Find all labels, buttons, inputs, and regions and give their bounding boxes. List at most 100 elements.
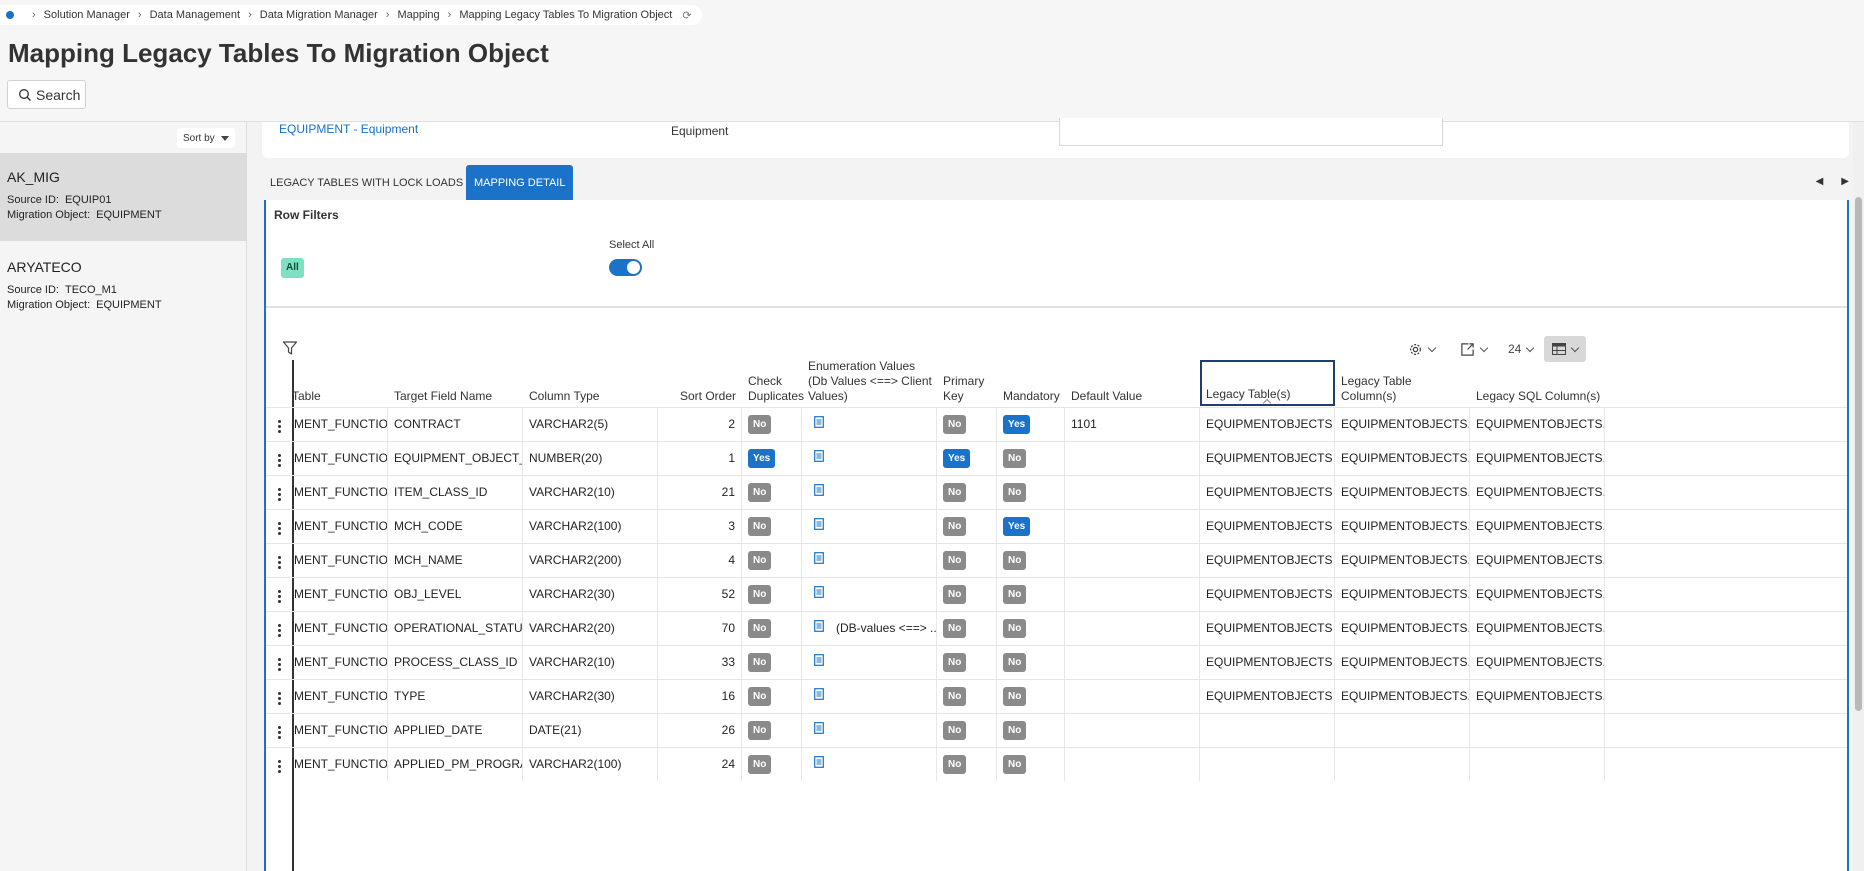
cell-def[interactable] <box>1065 544 1200 577</box>
cell-ltab[interactable]: EQUIPMENTOBJECTS <box>1200 680 1335 713</box>
cell-pk[interactable]: No <box>937 578 997 611</box>
table-settings-button[interactable] <box>1408 336 1437 362</box>
document-icon[interactable] <box>814 408 824 441</box>
cell-ctype[interactable]: VARCHAR2(10) <box>523 646 658 679</box>
cell-def[interactable] <box>1065 714 1200 747</box>
cell-table[interactable]: MENT_FUNCTIO... <box>292 714 388 747</box>
table-row[interactable]: MENT_FUNCTIO... MCH_CODE VARCHAR2(100) 3 No N… <box>266 509 1847 543</box>
column-header-target[interactable]: Target Field Name <box>388 368 523 406</box>
cell-lcol[interactable]: EQUIPMENTOBJECTS.It... <box>1335 476 1470 509</box>
cell-lsql[interactable]: EQUIPMENTOBJECTS.C5 <box>1470 408 1605 441</box>
cell-dup[interactable]: No <box>742 748 802 781</box>
cell-ctype[interactable]: VARCHAR2(30) <box>523 680 658 713</box>
cell-lsql[interactable]: EQUIPMENTOBJECTS.C3 <box>1470 544 1605 577</box>
cell-ltab[interactable] <box>1200 748 1335 781</box>
row-menu-icon[interactable] <box>278 522 281 537</box>
cell-table[interactable]: MENT_FUNCTIO... <box>292 476 388 509</box>
cell-lsql[interactable]: EQUIPMENTOBJECTS.C9 <box>1470 680 1605 713</box>
cell-table[interactable]: MENT_FUNCTIO... <box>292 680 388 713</box>
cell-target[interactable]: MCH_CODE <box>388 510 523 543</box>
cell-sort[interactable]: 33 <box>658 646 742 679</box>
cell-lcol[interactable]: EQUIPMENTOBJECTS.Pr... <box>1335 646 1470 679</box>
cell-lcol[interactable]: EQUIPMENTOBJECTS.O... <box>1335 544 1470 577</box>
record-card[interactable]: ARYATECO Source ID: TECO_M1 Migration Obj… <box>0 243 247 331</box>
view-mode-button[interactable] <box>1544 336 1586 362</box>
cell-ltab[interactable]: EQUIPMENTOBJECTS <box>1200 510 1335 543</box>
cell-dup[interactable]: Yes <box>742 442 802 475</box>
document-icon[interactable] <box>814 714 824 747</box>
cell-def[interactable] <box>1065 646 1200 679</box>
cell-mand[interactable]: No <box>997 612 1065 645</box>
table-row[interactable]: MENT_FUNCTIO... APPLIED_DATE DATE(21) 26 No N… <box>266 713 1847 747</box>
cell-def[interactable]: 1101 <box>1065 408 1200 441</box>
cell-ltab[interactable]: EQUIPMENTOBJECTS <box>1200 578 1335 611</box>
cell-mand[interactable]: No <box>997 748 1065 781</box>
cell-target[interactable]: PROCESS_CLASS_ID <box>388 646 523 679</box>
breadcrumb-item[interactable]: Solution Manager <box>44 9 130 21</box>
search-button[interactable]: Search <box>7 80 86 109</box>
cell-mand[interactable]: No <box>997 680 1065 713</box>
cell-ltab[interactable]: EQUIPMENTOBJECTS <box>1200 612 1335 645</box>
row-menu-icon[interactable] <box>278 556 281 571</box>
table-row[interactable]: MENT_FUNCTIO... CONTRACT VARCHAR2(5) 2 No No Y… <box>266 407 1847 441</box>
cell-enum[interactable] <box>802 510 937 543</box>
cell-lsql[interactable]: EQUIPMENTOBJECTS.C7 <box>1470 476 1605 509</box>
cell-dup[interactable]: No <box>742 476 802 509</box>
cell-mand[interactable]: No <box>997 578 1065 611</box>
cell-enum[interactable] <box>802 646 937 679</box>
cell-pk[interactable]: No <box>937 510 997 543</box>
cell-ctype[interactable]: VARCHAR2(100) <box>523 510 658 543</box>
cell-sort[interactable]: 26 <box>658 714 742 747</box>
cell-def[interactable] <box>1065 476 1200 509</box>
vertical-scrollbar[interactable] <box>1853 122 1864 871</box>
migration-object-link[interactable]: EQUIPMENT - Equipment <box>279 122 418 136</box>
cell-dup[interactable]: No <box>742 544 802 577</box>
cell-target[interactable]: APPLIED_DATE <box>388 714 523 747</box>
table-row[interactable]: MENT_FUNCTIO... PROCESS_CLASS_ID VARCHAR2(… <box>266 645 1847 679</box>
document-icon[interactable] <box>814 646 824 679</box>
cell-mand[interactable]: No <box>997 544 1065 577</box>
document-icon[interactable] <box>814 544 824 577</box>
column-header-ltab[interactable]: Legacy Table(s) <box>1200 360 1335 406</box>
cell-ltab[interactable]: EQUIPMENTOBJECTS <box>1200 544 1335 577</box>
cell-table[interactable]: MENT_FUNCTIO... <box>292 442 388 475</box>
refresh-icon[interactable]: ⟳ <box>682 9 691 22</box>
cell-pk[interactable]: No <box>937 748 997 781</box>
cell-ltab[interactable]: EQUIPMENTOBJECTS <box>1200 476 1335 509</box>
cell-sort[interactable]: 70 <box>658 612 742 645</box>
cell-lcol[interactable]: EQUIPMENTOBJECTS.E... <box>1335 442 1470 475</box>
cell-enum[interactable] <box>802 680 937 713</box>
cell-enum[interactable] <box>802 578 937 611</box>
cell-mand[interactable]: No <box>997 646 1065 679</box>
cell-ctype[interactable]: VARCHAR2(200) <box>523 544 658 577</box>
row-menu-icon[interactable] <box>278 726 281 741</box>
cell-table[interactable]: MENT_FUNCTIO... <box>292 510 388 543</box>
table-row[interactable]: MENT_FUNCTIO... MCH_NAME VARCHAR2(200) 4 No N… <box>266 543 1847 577</box>
table-row[interactable]: MENT_FUNCTIO... APPLIED_PM_PROGRA... VARCH… <box>266 747 1847 781</box>
page-size-dropdown[interactable]: 24 <box>1508 336 1535 362</box>
cell-ltab[interactable]: EQUIPMENTOBJECTS <box>1200 408 1335 441</box>
cell-enum[interactable] <box>802 714 937 747</box>
cell-lsql[interactable]: EQUIPMENTOBJECTS.C4 <box>1470 578 1605 611</box>
cell-ltab[interactable]: EQUIPMENTOBJECTS <box>1200 442 1335 475</box>
cell-dup[interactable]: No <box>742 646 802 679</box>
cell-sort[interactable]: 52 <box>658 578 742 611</box>
cell-lcol[interactable]: EQUIPMENTOBJECTS.O... <box>1335 612 1470 645</box>
cell-pk[interactable]: No <box>937 544 997 577</box>
cell-dup[interactable]: No <box>742 714 802 747</box>
cell-def[interactable] <box>1065 442 1200 475</box>
cell-mand[interactable]: Yes <box>997 510 1065 543</box>
column-header-lsql[interactable]: Legacy SQL Column(s) <box>1470 368 1605 406</box>
column-header-dup[interactable]: Check Duplicates <box>742 368 804 406</box>
column-header-def[interactable]: Default Value <box>1065 368 1200 406</box>
cell-enum[interactable] <box>802 476 937 509</box>
cell-mand[interactable]: No <box>997 442 1065 475</box>
select-all-toggle[interactable] <box>609 259 642 276</box>
cell-ltab[interactable] <box>1200 714 1335 747</box>
table-row[interactable]: MENT_FUNCTIO... OBJ_LEVEL VARCHAR2(30) 52 No… <box>266 577 1847 611</box>
column-header-table[interactable]: Table <box>292 368 388 406</box>
row-menu-icon[interactable] <box>278 624 281 639</box>
cell-sort[interactable]: 4 <box>658 544 742 577</box>
cell-ctype[interactable]: VARCHAR2(20) <box>523 612 658 645</box>
cell-def[interactable] <box>1065 680 1200 713</box>
